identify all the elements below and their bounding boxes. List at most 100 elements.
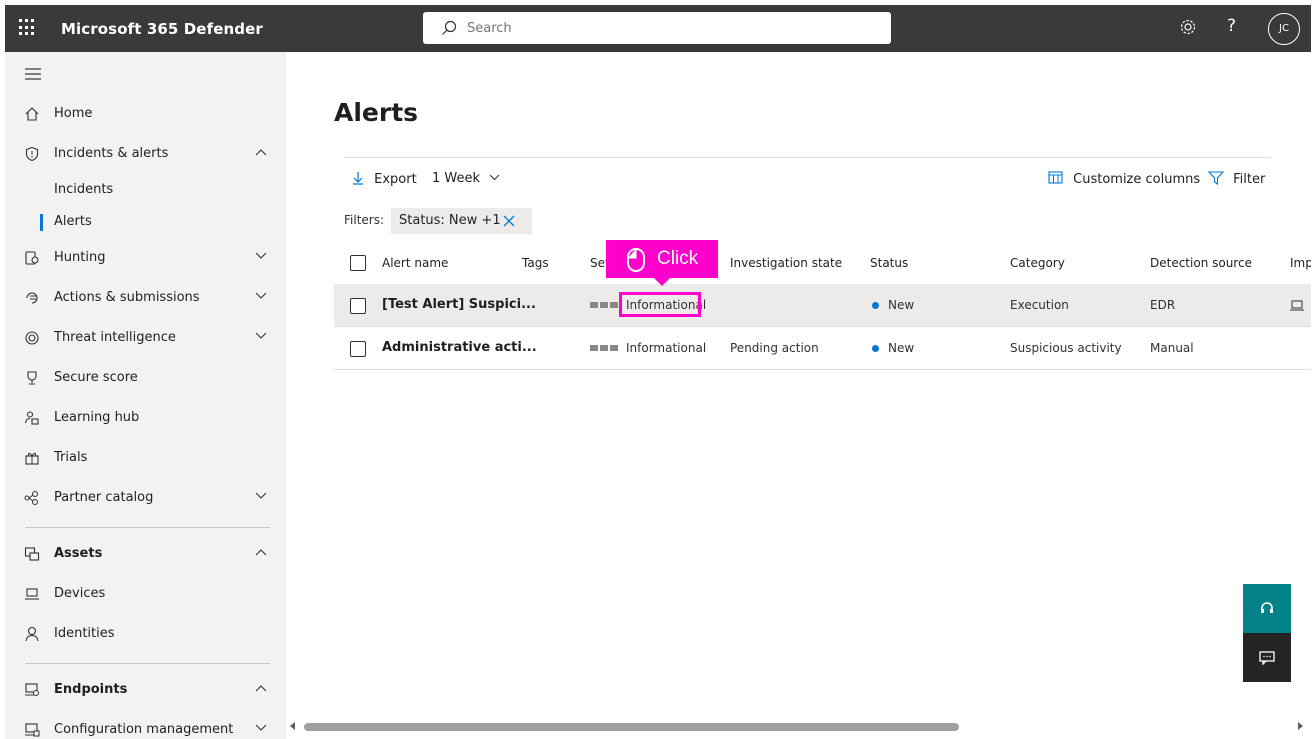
alert-name-cell[interactable]: [Test Alert] Suspici...: [382, 297, 536, 312]
sidebar-item-trials[interactable]: Trials: [5, 440, 286, 476]
click-annotation-label: Click: [657, 248, 699, 269]
table-row[interactable]: Administrative acti... Informational Pen…: [334, 327, 1311, 370]
sidebar-item-label: Devices: [54, 586, 106, 601]
chevron-down-icon[interactable]: [255, 332, 267, 340]
status-cell: New: [888, 341, 915, 355]
hunting-icon: [25, 251, 39, 265]
scrollbar-thumb[interactable]: [304, 723, 959, 731]
app-title[interactable]: Microsoft 365 Defender: [61, 20, 263, 38]
filter-chip-label: Status: New +1: [399, 213, 501, 228]
home-icon: [25, 107, 39, 121]
sidebar-item-endpoints[interactable]: Endpoints: [5, 672, 286, 708]
sidebar-item-label: Actions & submissions: [54, 290, 200, 305]
filter-button[interactable]: Filter: [1207, 171, 1266, 191]
filter-chip[interactable]: Status: New +1: [391, 208, 532, 234]
chevron-down-icon: [489, 174, 500, 181]
export-button[interactable]: Export: [352, 171, 417, 191]
download-icon: [353, 172, 363, 185]
sidebar-item-hunting[interactable]: Hunting: [5, 240, 286, 276]
sidebar-item-threat-intelligence[interactable]: Threat intelligence: [5, 320, 286, 356]
customize-columns-button[interactable]: Customize columns: [1048, 171, 1200, 191]
category-cell: Suspicious activity: [1010, 341, 1122, 355]
sidebar-item-secure-score[interactable]: Secure score: [5, 360, 286, 396]
sidebar-item-label: Assets: [54, 546, 103, 561]
scroll-right-icon[interactable]: [1298, 722, 1303, 730]
table-header: Alert name Tags Sev Investigation state …: [334, 242, 1311, 284]
sidebar-item-incidents-alerts[interactable]: Incidents & alerts: [5, 136, 286, 172]
row-checkbox[interactable]: [350, 341, 366, 357]
vertical-scrollbar[interactable]: [1311, 5, 1316, 739]
chevron-down-icon[interactable]: [255, 292, 267, 300]
avatar[interactable]: JC: [1268, 13, 1300, 45]
sidebar-item-assets[interactable]: Assets: [5, 536, 286, 572]
column-header-category[interactable]: Category: [1010, 256, 1065, 270]
severity-cell[interactable]: Informational: [626, 341, 706, 355]
sidebar-item-label: Learning hub: [54, 410, 140, 425]
filter-label: Filter: [1233, 172, 1266, 187]
configuration-icon: [25, 723, 40, 737]
investigation-state-cell: Pending action: [730, 341, 819, 355]
sidebar-divider: [25, 663, 270, 664]
column-header-investigation-state[interactable]: Investigation state: [730, 256, 842, 270]
chevron-down-icon[interactable]: [255, 724, 267, 732]
column-header-tags[interactable]: Tags: [522, 256, 549, 270]
feedback-icon: [1259, 651, 1275, 665]
detection-source-cell: EDR: [1150, 298, 1176, 312]
filters-label: Filters:: [344, 213, 385, 227]
status-dot-icon: [872, 345, 879, 352]
learning-hub-icon: [24, 411, 39, 425]
sidebar-item-actions[interactable]: Actions & submissions: [5, 280, 286, 316]
click-annotation-pointer: [654, 278, 670, 286]
search-icon: [442, 20, 457, 35]
time-range-dropdown[interactable]: 1 Week: [432, 171, 500, 191]
sidebar-item-incidents[interactable]: Incidents: [5, 175, 286, 205]
chevron-down-icon[interactable]: [255, 492, 267, 500]
sidebar-item-label: Endpoints: [54, 682, 128, 697]
sidebar-item-devices[interactable]: Devices: [5, 576, 286, 612]
sidebar-item-label: Partner catalog: [54, 490, 154, 505]
column-header-impacted[interactable]: Imp: [1290, 256, 1311, 270]
detection-source-cell: Manual: [1150, 341, 1194, 355]
chevron-up-icon[interactable]: [255, 148, 267, 156]
column-header-status[interactable]: Status: [870, 256, 908, 270]
sidebar-item-home[interactable]: Home: [5, 96, 286, 132]
horizontal-scrollbar[interactable]: [286, 718, 1311, 739]
export-label: Export: [374, 172, 417, 187]
select-all-checkbox[interactable]: [350, 255, 366, 271]
search-box[interactable]: [423, 12, 891, 44]
status-dot-icon: [872, 302, 879, 309]
column-header-detection-source[interactable]: Detection source: [1150, 256, 1252, 270]
search-input[interactable]: [467, 18, 867, 38]
severity-bars-icon: [590, 302, 618, 308]
chevron-up-icon[interactable]: [255, 684, 267, 692]
partner-catalog-icon: [24, 491, 38, 505]
scroll-left-icon[interactable]: [290, 722, 295, 730]
help-chat-button[interactable]: [1243, 584, 1291, 633]
sidebar-item-label: Secure score: [54, 370, 138, 385]
sidebar-item-learning-hub[interactable]: Learning hub: [5, 400, 286, 436]
sidebar-item-partner-catalog[interactable]: Partner catalog: [5, 480, 286, 516]
laptop-icon[interactable]: [1290, 299, 1304, 311]
toolbar-divider: [344, 157, 1271, 158]
row-checkbox[interactable]: [350, 298, 366, 314]
table-row[interactable]: [Test Alert] Suspici... Informational Ne…: [334, 284, 1311, 327]
sidebar-item-label: Identities: [54, 626, 115, 641]
help-icon[interactable]: ?: [1227, 16, 1236, 36]
sidebar-item-label: Trials: [54, 450, 88, 465]
chevron-down-icon[interactable]: [255, 252, 267, 260]
gear-icon[interactable]: [1179, 18, 1197, 36]
feedback-button[interactable]: [1243, 633, 1291, 682]
sidebar-item-configuration-management[interactable]: Configuration management: [5, 712, 286, 739]
trophy-icon: [27, 371, 37, 385]
close-icon[interactable]: [503, 215, 515, 227]
hamburger-icon[interactable]: [25, 68, 41, 80]
column-header-alert-name[interactable]: Alert name: [382, 256, 448, 270]
customize-columns-label: Customize columns: [1073, 172, 1201, 187]
sidebar-item-identities[interactable]: Identities: [5, 616, 286, 652]
sidebar: Home Incidents & alerts Incidents Alerts…: [5, 52, 286, 739]
alert-name-cell[interactable]: Administrative acti...: [382, 340, 537, 355]
app-launcher-icon[interactable]: [19, 19, 37, 37]
sidebar-item-alerts[interactable]: Alerts: [5, 207, 286, 237]
actions-icon: [26, 292, 38, 304]
chevron-up-icon[interactable]: [255, 548, 267, 556]
